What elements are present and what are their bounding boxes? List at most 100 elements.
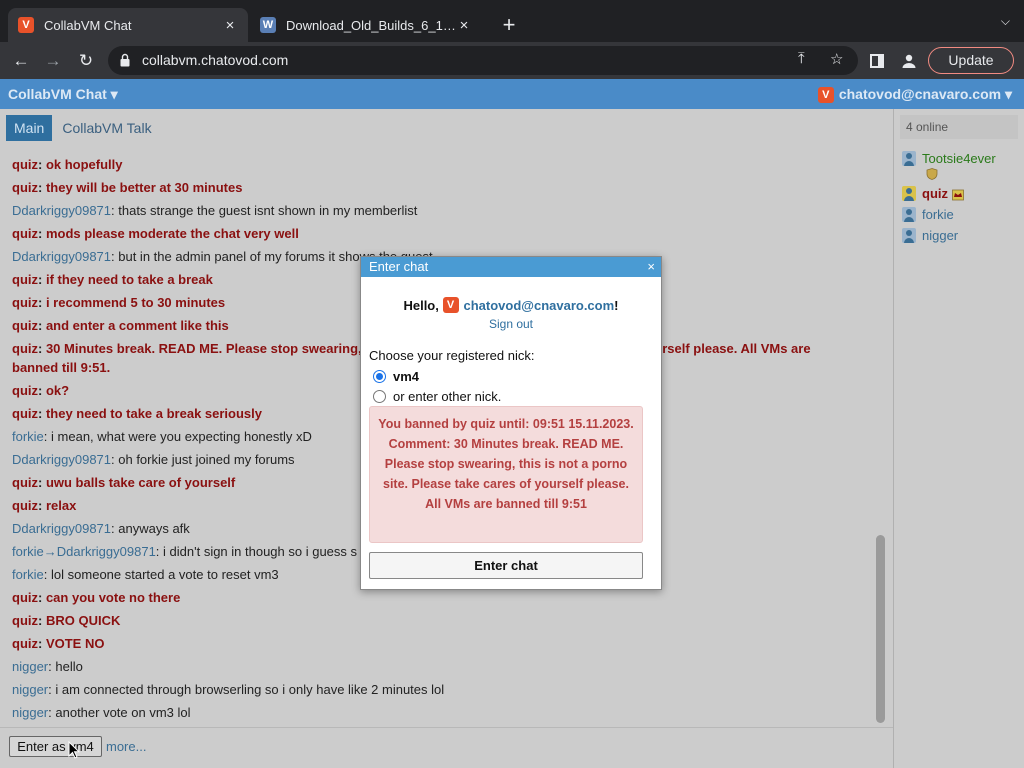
tab-title: Download_Old_Builds_6_1 – C: [286, 17, 456, 33]
member-item[interactable]: quiz: [902, 186, 996, 201]
message-separator: :: [38, 498, 46, 513]
radio-registered-nick[interactable]: [373, 370, 386, 383]
forward-arrow-icon[interactable]: →: [40, 48, 66, 74]
user-avatar-icon: [902, 228, 916, 243]
radio-other-nick[interactable]: [373, 390, 386, 403]
chat-message: quiz: BRO QUICK: [12, 609, 822, 632]
sign-out-link[interactable]: Sign out: [361, 317, 661, 331]
choose-nick-label: Choose your registered nick:: [369, 348, 535, 363]
message-author[interactable]: quiz: [12, 475, 38, 490]
message-text: uwu balls take care of yourself: [45, 475, 236, 490]
nick-option-other[interactable]: or enter other nick.: [373, 389, 501, 404]
message-author[interactable]: quiz: [12, 498, 38, 513]
message-text: another vote on vm3 lol: [55, 705, 191, 720]
mouse-cursor-icon: [68, 741, 80, 759]
user-menu[interactable]: V chatovod@cnavaro.com ▾: [817, 86, 1012, 103]
message-author[interactable]: Ddarkriggy09871: [12, 203, 111, 218]
side-panel-icon[interactable]: [864, 48, 890, 74]
update-button[interactable]: Update: [928, 47, 1014, 74]
message-text: VOTE NO: [45, 636, 105, 651]
member-item[interactable]: forkie: [902, 207, 996, 222]
user-email-link[interactable]: chatovod@cnavaro.com: [464, 298, 615, 313]
registered-nick-label: vm4: [393, 369, 420, 384]
message-author[interactable]: quiz: [12, 406, 38, 421]
message-author[interactable]: quiz: [12, 180, 38, 195]
tab-collabvm-talk[interactable]: CollabVM Talk: [54, 115, 159, 141]
message-author[interactable]: quiz: [12, 295, 38, 310]
message-text: mods please moderate the chat very well: [45, 226, 299, 241]
tab-main[interactable]: Main: [6, 115, 53, 141]
crown-icon: [952, 189, 964, 200]
message-text: anyways afk: [118, 521, 190, 536]
enter-as-button[interactable]: Enter as vm4: [9, 736, 102, 757]
message-author[interactable]: forkie: [12, 567, 44, 582]
message-text: if they need to take a break: [45, 272, 213, 287]
close-icon[interactable]: ×: [647, 257, 655, 277]
more-link[interactable]: more...: [106, 739, 146, 754]
tab-title: CollabVM Chat: [44, 17, 132, 33]
message-separator: :: [38, 318, 46, 333]
chat-message: nigger: hello: [12, 655, 822, 678]
message-author[interactable]: quiz: [12, 341, 38, 356]
chat-tabs: Main CollabVM Talk: [6, 115, 162, 141]
member-name[interactable]: quiz: [922, 186, 948, 201]
tab-search-chevron-icon[interactable]: ⌵: [1001, 14, 1010, 29]
browser-toolbar: ← → ↻ collabvm.chatovod.com ⤒ ☆ Update: [0, 42, 1024, 79]
message-author[interactable]: quiz: [12, 590, 38, 605]
message-author[interactable]: quiz: [12, 383, 38, 398]
message-author[interactable]: Ddarkriggy09871: [12, 521, 111, 536]
url-text: collabvm.chatovod.com: [142, 52, 289, 68]
share-icon[interactable]: ⤒: [798, 50, 805, 67]
message-text: hello: [55, 659, 83, 674]
message-author[interactable]: Ddarkriggy09871: [12, 249, 111, 264]
chat-message: nigger: another vote on vm3 lol: [12, 701, 822, 724]
close-tab-icon[interactable]: ×: [456, 17, 472, 34]
address-bar[interactable]: collabvm.chatovod.com ⤒ ☆: [108, 46, 858, 75]
message-separator: :: [38, 383, 46, 398]
browser-tab-download-old-builds[interactable]: W Download_Old_Builds_6_1 – C ×: [250, 8, 482, 42]
message-text: BRO QUICK: [45, 613, 121, 628]
nick-option-registered[interactable]: vm4: [373, 369, 419, 384]
message-text: i recommend 5 to 30 minutes: [45, 295, 226, 310]
message-author[interactable]: quiz: [12, 636, 38, 651]
message-author[interactable]: quiz: [12, 157, 38, 172]
user-email: chatovod@cnavaro.com ▾: [838, 86, 1012, 102]
message-author[interactable]: quiz: [12, 226, 38, 241]
message-separator: :: [38, 613, 46, 628]
message-author[interactable]: quiz: [12, 272, 38, 287]
hello-prefix: Hello,: [403, 297, 439, 313]
new-tab-button[interactable]: +: [496, 12, 522, 38]
member-name[interactable]: forkie: [922, 207, 954, 222]
message-author[interactable]: forkie→Ddarkriggy09871: [12, 544, 156, 559]
lock-icon: [120, 53, 130, 67]
message-author[interactable]: quiz: [12, 318, 38, 333]
profile-icon[interactable]: [896, 48, 922, 74]
chat-message: quiz: ok hopefully: [12, 153, 822, 176]
message-author[interactable]: nigger: [12, 682, 48, 697]
message-author[interactable]: nigger: [12, 659, 48, 674]
message-separator: :: [38, 636, 46, 651]
chat-bottom-bar: Enter as vm4 more...: [0, 727, 893, 768]
message-separator: :: [43, 567, 52, 582]
message-separator: :: [38, 406, 46, 421]
bookmark-star-icon[interactable]: ☆: [830, 50, 843, 68]
close-tab-icon[interactable]: ×: [222, 17, 238, 34]
message-text: ok hopefully: [45, 157, 123, 172]
chat-brand-menu[interactable]: CollabVM Chat ▾: [8, 86, 118, 103]
member-name[interactable]: Tootsie4ever: [922, 151, 996, 166]
member-item[interactable]: nigger: [902, 228, 996, 243]
member-item[interactable]: Tootsie4ever: [902, 151, 996, 180]
message-author[interactable]: Ddarkriggy09871: [12, 452, 111, 467]
message-author[interactable]: quiz: [12, 613, 38, 628]
chat-scrollbar[interactable]: [876, 535, 885, 723]
back-arrow-icon[interactable]: ←: [8, 48, 34, 74]
app-header: CollabVM Chat ▾ V chatovod@cnavaro.com ▾: [0, 79, 1024, 109]
member-name[interactable]: nigger: [922, 228, 958, 243]
reload-icon[interactable]: ↻: [73, 48, 99, 74]
message-author[interactable]: nigger: [12, 705, 48, 720]
browser-tab-collabvm-chat[interactable]: V CollabVM Chat ×: [8, 8, 248, 42]
enter-chat-button[interactable]: Enter chat: [369, 552, 643, 579]
message-separator: :: [38, 295, 46, 310]
chat-message: quiz: VOTE NO: [12, 632, 822, 655]
message-author[interactable]: forkie: [12, 429, 44, 444]
